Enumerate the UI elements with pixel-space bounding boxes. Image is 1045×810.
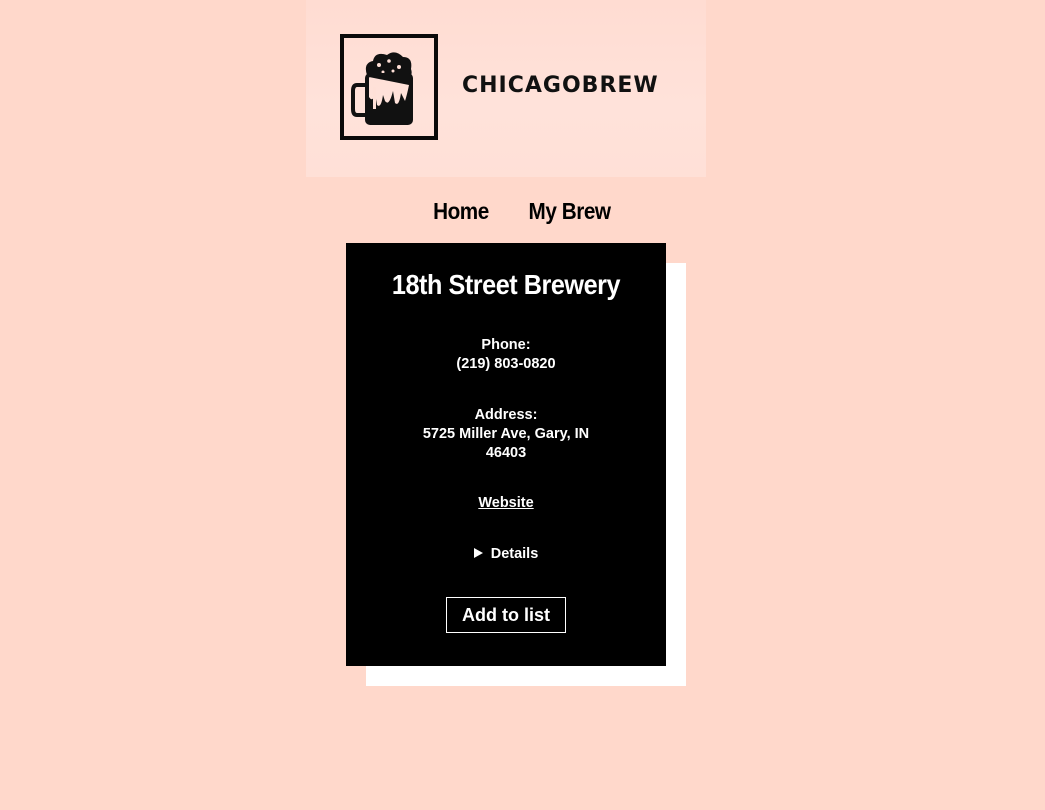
address-value: 5725 Miller Ave, Gary, IN 46403 — [422, 426, 590, 461]
logo-box — [340, 34, 438, 140]
brewery-card: 18th Street Brewery Phone: (219) 803-082… — [346, 243, 666, 666]
beer-mug-icon — [351, 52, 413, 125]
logo-text: CHICAGOBREW — [462, 73, 659, 98]
details-label: Details — [490, 546, 539, 562]
website-row: Website — [346, 495, 666, 511]
page: CHICAGOBREW Home My Brew 18th Street Bre… — [0, 0, 1045, 810]
address-field: Address: 5725 Miller Ave, Gary, IN 46403 — [346, 406, 666, 463]
disclosure-triangle-icon — [473, 548, 483, 559]
nav-home-link[interactable]: Home — [433, 198, 489, 225]
add-to-list-button[interactable]: Add to list — [446, 597, 566, 633]
details-toggle[interactable]: Details — [346, 546, 666, 562]
nav-my-brew-link[interactable]: My Brew — [528, 198, 610, 225]
website-link[interactable]: Website — [478, 495, 533, 511]
phone-value: (219) 803-0820 — [456, 356, 556, 372]
phone-field: Phone: (219) 803-0820 — [346, 336, 666, 374]
main-nav: Home My Brew — [0, 198, 1045, 225]
phone-label: Phone: — [481, 337, 531, 353]
address-label: Address: — [474, 407, 538, 423]
brewery-name: 18th Street Brewery — [391, 269, 621, 300]
logo-banner[interactable]: CHICAGOBREW — [306, 0, 706, 177]
